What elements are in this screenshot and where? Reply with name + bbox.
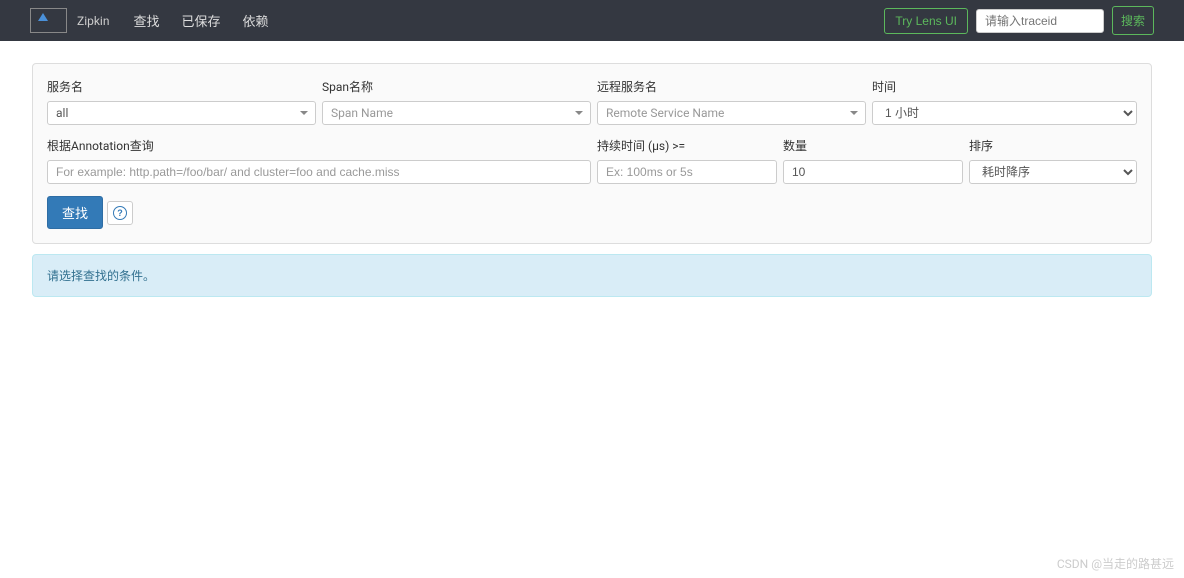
chevron-down-icon [850,111,858,115]
chevron-down-icon [300,111,308,115]
limit-input[interactable] [783,160,963,184]
service-name-value: all [56,106,68,120]
find-button[interactable]: 查找 [47,196,103,229]
form-row-2: 根据Annotation查询 持续时间 (µs) >= 数量 排序 耗时降序 [47,137,1137,184]
info-alert: 请选择查找的条件。 [32,254,1152,297]
navbar: Zipkin 查找 已保存 依赖 Try Lens UI 搜索 [0,0,1184,41]
remote-service-dropdown[interactable]: Remote Service Name [597,101,866,125]
duration-group: 持续时间 (µs) >= [597,137,777,184]
sort-select[interactable]: 耗时降序 [969,160,1137,184]
limit-group: 数量 [783,137,963,184]
sort-group: 排序 耗时降序 [969,137,1137,184]
span-name-group: Span名称 Span Name [322,78,591,125]
service-name-group: 服务名 all [47,78,316,125]
remote-service-label: 远程服务名 [597,78,866,95]
nav-search-button[interactable]: 搜索 [1112,6,1154,35]
search-panel: 服务名 all Span名称 Span Name 远程服务名 [32,63,1152,244]
traceid-input[interactable] [976,9,1104,33]
remote-service-placeholder: Remote Service Name [606,106,724,120]
logo-box[interactable] [30,8,67,33]
span-name-placeholder: Span Name [331,106,393,120]
sort-label: 排序 [969,137,1137,154]
action-row: 查找 ? [47,196,1137,229]
question-icon: ? [113,206,127,220]
help-button[interactable]: ? [107,201,133,225]
chevron-down-icon [575,111,583,115]
main-container: 服务名 all Span名称 Span Name 远程服务名 [0,41,1184,319]
try-lens-button[interactable]: Try Lens UI [884,8,968,34]
span-name-label: Span名称 [322,78,591,95]
nav-link-saved[interactable]: 已保存 [176,11,227,30]
remote-service-group: 远程服务名 Remote Service Name [597,78,866,125]
nav-link-find[interactable]: 查找 [127,11,165,30]
form-row-1: 服务名 all Span名称 Span Name 远程服务名 [47,78,1137,125]
annotation-group: 根据Annotation查询 [47,137,591,184]
navbar-left: Zipkin 查找 已保存 依赖 [30,8,275,33]
watermark: CSDN @当走的路甚远 [1057,555,1174,572]
service-name-dropdown[interactable]: all [47,101,316,125]
brand-name[interactable]: Zipkin [77,14,109,28]
annotation-input[interactable] [47,160,591,184]
time-group: 时间 1 小时 [872,78,1137,125]
span-name-dropdown[interactable]: Span Name [322,101,591,125]
annotation-label: 根据Annotation查询 [47,137,591,154]
nav-link-dependencies[interactable]: 依赖 [237,11,275,30]
duration-input[interactable] [597,160,777,184]
navbar-right: Try Lens UI 搜索 [884,6,1154,35]
time-select[interactable]: 1 小时 [872,101,1137,125]
duration-label: 持续时间 (µs) >= [597,137,777,154]
logo-icon [38,13,48,21]
time-label: 时间 [872,78,1137,95]
limit-label: 数量 [783,137,963,154]
service-name-label: 服务名 [47,78,316,95]
